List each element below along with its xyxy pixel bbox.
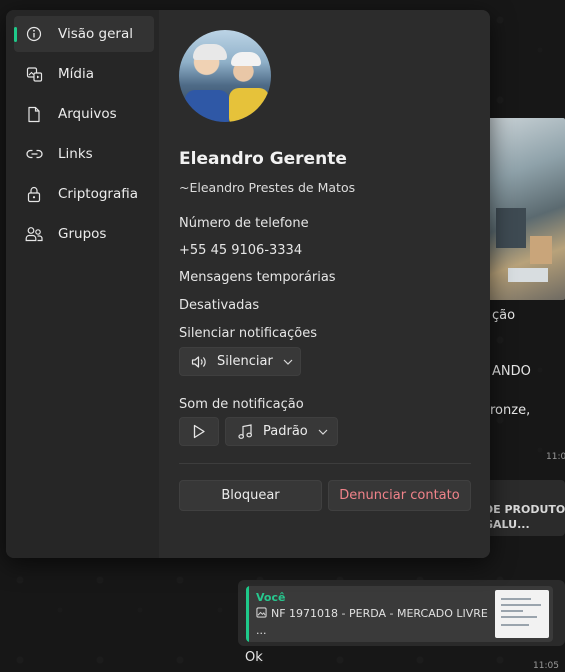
sidebar-item-label: Arquivos: [58, 106, 117, 122]
media-icon: [25, 65, 43, 83]
quote-bar: [246, 586, 249, 642]
mute-button[interactable]: Silenciar: [179, 347, 301, 376]
chat-text-fragment: ANDO: [492, 364, 531, 379]
sidebar-item-label: Mídia: [58, 66, 94, 82]
play-icon: [192, 424, 206, 439]
mute-button-label: Silenciar: [217, 354, 273, 369]
chevron-down-icon: [283, 359, 293, 365]
link-icon: [25, 145, 43, 163]
contact-info-panel: Visão geral Mídia Arquivos Links Criptog: [6, 10, 490, 558]
sidebar-item-label: Links: [58, 146, 93, 162]
sidebar-item-media[interactable]: Mídia: [14, 56, 154, 92]
music-note-icon: [238, 423, 253, 440]
lock-icon: [25, 185, 43, 203]
contact-name: Eleandro Gerente: [179, 149, 347, 169]
document-thumbnail: [495, 590, 549, 638]
message-timestamp: 11:0: [546, 452, 565, 462]
report-contact-button[interactable]: Denunciar contato: [328, 480, 471, 511]
mute-notifications-label: Silenciar notificações: [179, 326, 317, 341]
sidebar-item-groups[interactable]: Grupos: [14, 216, 154, 252]
sidebar-item-links[interactable]: Links: [14, 136, 154, 172]
sidebar-item-label: Criptografia: [58, 186, 139, 202]
chat-image-thumbnail[interactable]: [488, 118, 565, 300]
contact-overview: Eleandro Gerente ~Eleandro Prestes de Ma…: [159, 10, 490, 558]
people-icon: [25, 225, 43, 243]
quote-message: NF 1971018 - PERDA - MERCADO LIVRE: [271, 607, 488, 620]
sidebar-item-label: Grupos: [58, 226, 107, 242]
image-icon: [256, 607, 267, 618]
contact-alias: ~Eleandro Prestes de Matos: [179, 180, 356, 195]
notification-sound-label: Som de notificação: [179, 397, 304, 412]
temporary-messages-label: Mensagens temporárias: [179, 270, 336, 285]
active-indicator: [14, 27, 17, 42]
message-timestamp: 11:05: [533, 661, 559, 671]
info-icon: [25, 25, 43, 43]
temporary-messages-value: Desativadas: [179, 298, 260, 313]
chat-text-fragment: ção: [492, 308, 516, 323]
contact-info-sidebar: Visão geral Mídia Arquivos Links Criptog: [6, 10, 159, 558]
quote-author: Você: [256, 591, 286, 604]
divider: [179, 463, 471, 464]
phone-number: +55 45 9106-3334: [179, 243, 303, 258]
sidebar-item-encryption[interactable]: Criptografia: [14, 176, 154, 212]
file-icon: [25, 105, 43, 123]
contact-avatar[interactable]: [179, 30, 271, 122]
sidebar-item-overview[interactable]: Visão geral: [14, 16, 154, 52]
phone-label: Número de telefone: [179, 216, 309, 231]
sound-select[interactable]: Padrão: [225, 417, 338, 446]
speaker-icon: [191, 355, 208, 369]
message-text: Ok: [245, 650, 263, 665]
block-button[interactable]: Bloquear: [179, 480, 322, 511]
sidebar-item-label: Visão geral: [58, 26, 133, 42]
quote-text: NF 1971018 - PERDA - MERCADO LIVRE: [256, 607, 488, 620]
play-sound-button[interactable]: [179, 417, 219, 446]
sidebar-item-files[interactable]: Arquivos: [14, 96, 154, 132]
quote-ellipsis: ...: [256, 624, 267, 637]
reply-message-bubble[interactable]: Você NF 1971018 - PERDA - MERCADO LIVRE …: [238, 580, 565, 646]
chat-text-fragment: ronze,: [490, 403, 531, 418]
sound-select-value: Padrão: [263, 424, 308, 439]
chevron-down-icon: [318, 429, 328, 435]
quoted-message[interactable]: Você NF 1971018 - PERDA - MERCADO LIVRE …: [246, 586, 553, 642]
